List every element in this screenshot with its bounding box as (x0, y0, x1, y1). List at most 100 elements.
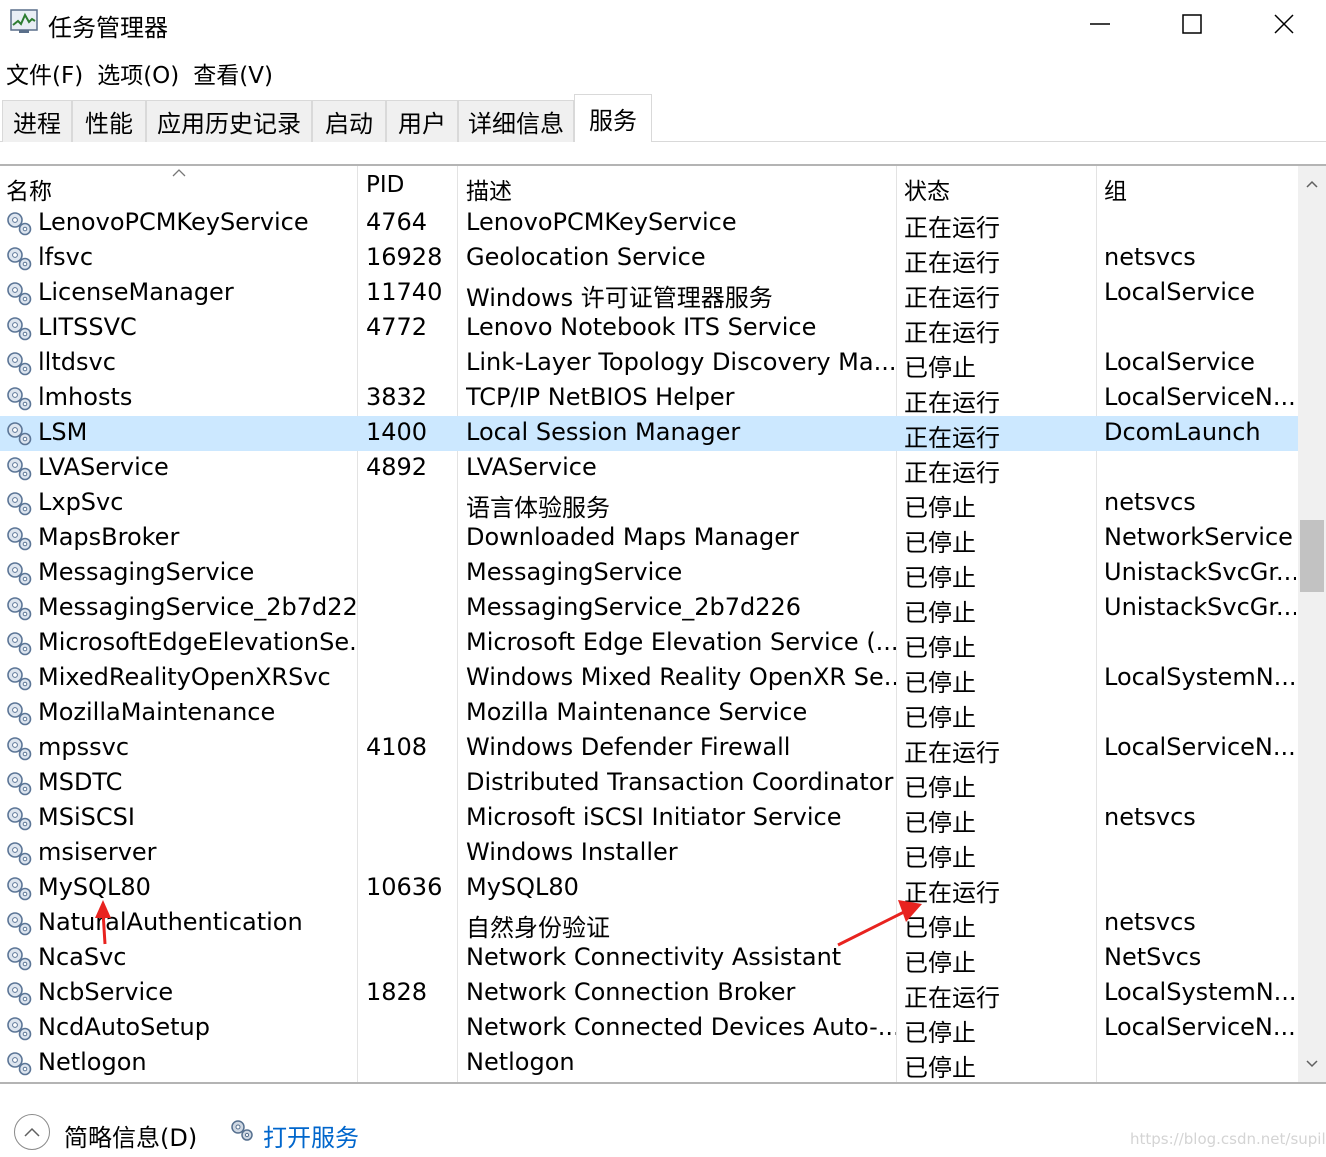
service-gear-icon (7, 807, 32, 831)
service-gear-icon (7, 982, 32, 1006)
service-row[interactable]: MSDTC Distributed Transaction Coordinator… (0, 766, 1298, 802)
service-status: 已停止 (904, 774, 976, 802)
maximize-button[interactable] (1146, 0, 1238, 48)
service-row[interactable]: NcdAutoSetup Network Connected Devices Au… (0, 1011, 1298, 1047)
service-description: Windows Mixed Reality OpenXR Se... (466, 663, 896, 691)
close-button[interactable] (1238, 0, 1326, 48)
service-description: Downloaded Maps Manager (466, 523, 799, 551)
services-list: 名称 PID 描述 状态 组 LenovoPCMKeyService 4764 Le… (0, 164, 1326, 1084)
tab-performance[interactable]: 性能 (72, 100, 146, 142)
service-row[interactable]: LVAService 4892 LVAService 正在运行 (0, 451, 1298, 487)
service-description: LVAService (466, 453, 597, 481)
service-name: MSiSCSI (38, 803, 135, 831)
column-header-name[interactable]: 名称 (6, 172, 52, 206)
service-row[interactable]: LxpSvc 语言体验服务 已停止 netsvcs (0, 486, 1298, 522)
service-gear-icon (7, 492, 32, 516)
column-header-status[interactable]: 状态 (904, 172, 950, 206)
service-row[interactable]: MicrosoftEdgeElevationSe... Microsoft Edg… (0, 626, 1298, 662)
service-row[interactable]: lmhosts 3832 TCP/IP NetBIOS Helper 正在运行 Loca… (0, 381, 1298, 417)
column-header-description[interactable]: 描述 (466, 172, 512, 206)
tab-users[interactable]: 用户 (386, 100, 458, 142)
service-description: MessagingService (466, 558, 683, 586)
service-row[interactable]: Netlogon Netlogon 已停止 (0, 1046, 1298, 1082)
open-services-link[interactable]: 打开服务 (263, 1118, 359, 1153)
menu-file[interactable]: 文件(F) (0, 52, 89, 90)
service-row[interactable]: LITSSVC 4772 Lenovo Notebook ITS Service 正在… (0, 311, 1298, 347)
menu-bar: 文件(F) 选项(O) 查看(V) (0, 52, 281, 90)
service-gear-icon (7, 1017, 32, 1041)
service-row[interactable]: MixedRealityOpenXRSvc Windows Mixed Reali… (0, 661, 1298, 697)
tab-startup[interactable]: 启动 (312, 100, 386, 142)
fewer-details-label[interactable]: 简略信息(D) (64, 1118, 197, 1153)
minimize-button[interactable] (1054, 0, 1146, 48)
service-name: msiserver (38, 838, 157, 866)
service-gear-icon (7, 527, 32, 551)
service-description: Windows 许可证管理器服务 (466, 284, 773, 312)
service-row[interactable]: MessagingService MessagingService 已停止 Unist… (0, 556, 1298, 592)
footer: 简略信息(D) 打开服务 https://blog.csdn.net/supil… (0, 1090, 1326, 1157)
service-gear-icon (7, 632, 32, 656)
service-row[interactable]: LicenseManager 11740 Windows 许可证管理器服务 正在运行 L… (0, 276, 1298, 312)
service-description: Mozilla Maintenance Service (466, 698, 808, 726)
service-row[interactable]: NaturalAuthentication 自然身份验证 已停止 netsvcs (0, 906, 1298, 942)
menu-options[interactable]: 选项(O) (91, 52, 185, 90)
close-icon (1274, 14, 1294, 34)
scrollbar-thumb[interactable] (1300, 520, 1324, 592)
service-name: mpssvc (38, 733, 130, 761)
tab-processes[interactable]: 进程 (2, 100, 72, 142)
service-row[interactable]: LSM 1400 Local Session Manager 正在运行 DcomLaun… (0, 416, 1298, 452)
service-row[interactable]: LenovoPCMKeyService 4764 LenovoPCMKeyServi… (0, 206, 1298, 242)
service-pid: 4892 (366, 453, 428, 481)
window-title: 任务管理器 (48, 14, 168, 42)
service-description: 自然身份验证 (466, 914, 610, 942)
service-row[interactable]: MessagingService_2b7d226 MessagingService… (0, 591, 1298, 627)
service-description: Windows Defender Firewall (466, 733, 791, 761)
tab-details[interactable]: 详细信息 (458, 100, 574, 142)
service-status: 已停止 (904, 669, 976, 697)
vertical-scrollbar[interactable] (1298, 166, 1326, 1082)
service-status: 正在运行 (904, 319, 1000, 347)
service-row[interactable]: msiserver Windows Installer 已停止 (0, 836, 1298, 872)
service-status: 正在运行 (904, 459, 1000, 487)
service-row[interactable]: lfsvc 16928 Geolocation Service 正在运行 netsvcs (0, 241, 1298, 277)
service-status: 已停止 (904, 1019, 976, 1047)
menu-view[interactable]: 查看(V) (187, 52, 279, 90)
service-row[interactable]: mpssvc 4108 Windows Defender Firewall 正在运行 L… (0, 731, 1298, 767)
tab-services[interactable]: 服务 (574, 94, 652, 142)
service-row[interactable]: lltdsvc Link-Layer Topology Discovery Ma.… (0, 346, 1298, 382)
service-name: lmhosts (38, 383, 133, 411)
service-row[interactable]: MapsBroker Downloaded Maps Manager 已停止 Netw… (0, 521, 1298, 557)
service-name: LicenseManager (38, 278, 234, 306)
title-bar: 任务管理器 (0, 0, 1326, 48)
service-row[interactable]: MySQL80 10636 MySQL80 正在运行 (0, 871, 1298, 907)
scroll-up-button[interactable] (1298, 172, 1326, 198)
service-gear-icon (7, 842, 32, 866)
service-pid: 10636 (366, 873, 443, 901)
watermark-text: https://blog.csdn.net/supiltl (1130, 1130, 1326, 1148)
service-status: 正在运行 (904, 879, 1000, 907)
service-status: 正在运行 (904, 214, 1000, 242)
service-row[interactable]: NcaSvc Network Connectivity Assistant 已停止 N… (0, 941, 1298, 977)
service-gear-icon (7, 772, 32, 796)
service-group: LocalService (1104, 348, 1255, 376)
service-gear-icon (7, 212, 32, 236)
service-description: Microsoft iSCSI Initiator Service (466, 803, 842, 831)
column-header-group[interactable]: 组 (1104, 172, 1127, 206)
tab-app-history[interactable]: 应用历史记录 (146, 100, 312, 142)
service-description: Link-Layer Topology Discovery Ma... (466, 348, 896, 376)
services-gear-icon (231, 1120, 253, 1141)
service-gear-icon (7, 702, 32, 726)
service-status: 正在运行 (904, 984, 1000, 1012)
service-status: 已停止 (904, 844, 976, 872)
fewer-details-button[interactable] (14, 1114, 50, 1150)
service-row[interactable]: MSiSCSI Microsoft iSCSI Initiator Service… (0, 801, 1298, 837)
service-row[interactable]: MozillaMaintenance Mozilla Maintenance Se… (0, 696, 1298, 732)
maximize-icon (1182, 14, 1202, 34)
service-row[interactable]: NcbService 1828 Network Connection Broker 正… (0, 976, 1298, 1012)
service-pid: 4772 (366, 313, 428, 341)
service-status: 正在运行 (904, 389, 1000, 417)
column-header-pid[interactable]: PID (366, 172, 404, 198)
scroll-down-button[interactable] (1298, 1052, 1326, 1078)
service-group: LocalService (1104, 278, 1255, 306)
service-gear-icon (7, 282, 32, 306)
